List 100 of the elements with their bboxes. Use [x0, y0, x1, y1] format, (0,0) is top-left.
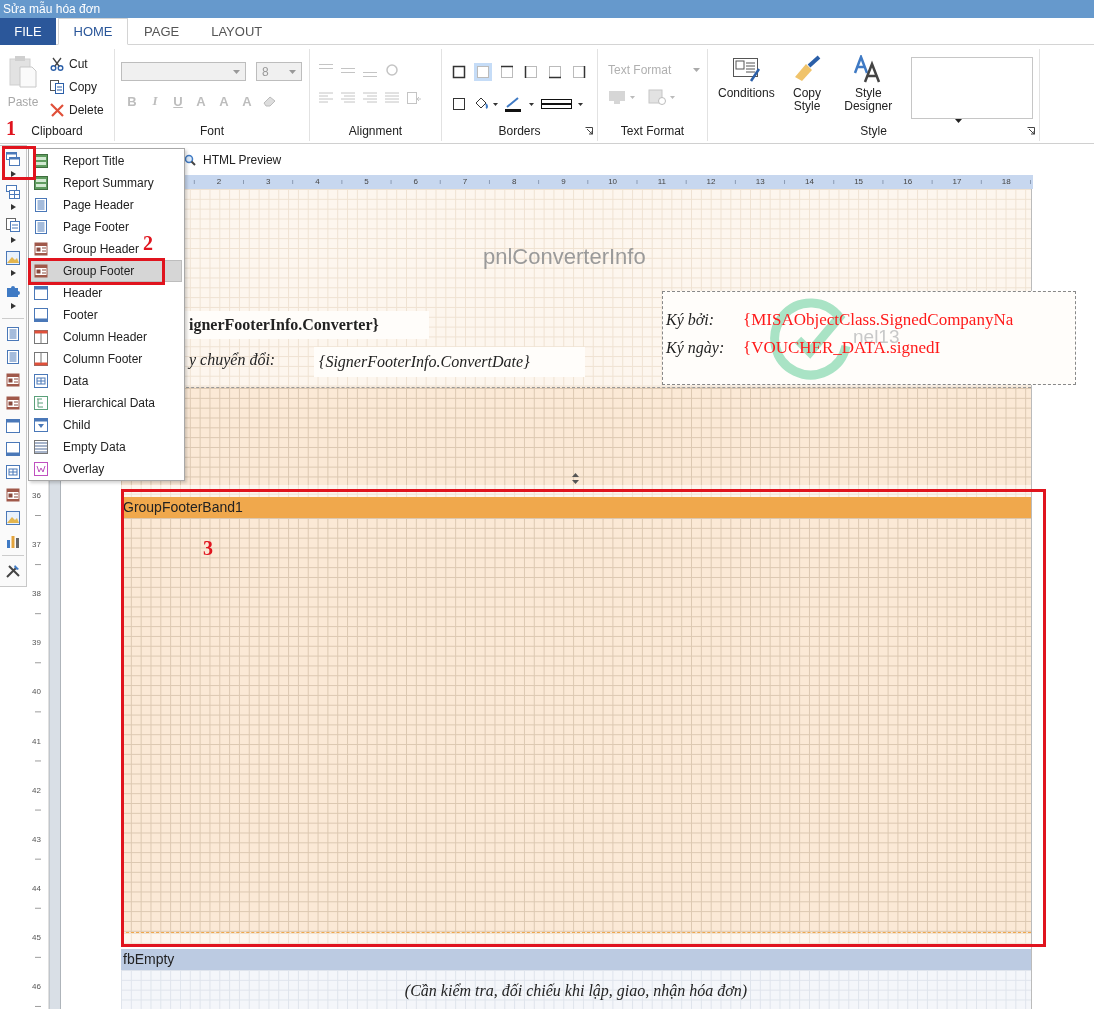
menu-item[interactable]: Data	[29, 370, 94, 392]
line-style-icon[interactable]	[540, 96, 586, 112]
ruler-number: 17	[951, 177, 963, 187]
field-label: y chuyển đổi:	[189, 351, 276, 369]
align-icon	[340, 91, 356, 105]
menu-item[interactable]: Header	[29, 282, 108, 304]
caret-down-icon	[289, 69, 296, 74]
document-icon	[6, 349, 20, 364]
menu-item[interactable]: Page Header	[29, 194, 139, 216]
field-label: Ký ngày:	[666, 339, 726, 357]
menu-item[interactable]: Column Footer	[29, 348, 148, 370]
caret-down-icon[interactable]	[955, 119, 962, 123]
ruler-number: 36	[32, 491, 41, 501]
table-icon	[5, 184, 21, 200]
menu-item[interactable]: Hierarchical Data	[29, 392, 161, 414]
ruler-number: 5	[363, 177, 370, 187]
ribbon-tab[interactable]: HOME	[58, 18, 128, 45]
pen-icon[interactable]	[504, 96, 534, 112]
ribbon-button[interactable]: Copy	[50, 78, 104, 96]
ruler-number: 16	[902, 177, 914, 187]
ruler-number: 15	[853, 177, 865, 187]
menu-item[interactable]: Report Title	[29, 150, 130, 172]
toolbox-button[interactable]	[4, 249, 22, 267]
ruler-number: 10	[607, 177, 619, 187]
note-text: (Cần kiểm tra, đối chiếu khi lập, giao, nhận hóa đơn)	[404, 982, 748, 1002]
menu-item[interactable]: Empty Data	[29, 436, 131, 458]
ruler-number: 43	[32, 834, 41, 845]
menu-item[interactable]: Footer	[29, 304, 103, 326]
html-preview-button[interactable]: HTML Preview	[184, 152, 282, 167]
ribbon-button[interactable]: Style Designer	[839, 55, 898, 121]
ruler-number: 18	[1000, 177, 1012, 187]
menu-item[interactable]: Page Footer	[29, 216, 135, 238]
file-menu-button[interactable]: FILE	[0, 18, 56, 45]
paint-bucket-icon[interactable]	[474, 96, 498, 112]
toolbox-button[interactable]	[4, 150, 22, 168]
ruler-number: 39	[32, 638, 41, 649]
ribbon-tab[interactable]: LAYOUT	[195, 18, 279, 45]
ruler-number: 46	[32, 982, 41, 992]
band-header[interactable]: GroupFooterBand1	[121, 497, 1031, 518]
tools-icon	[5, 562, 21, 579]
caret-icon	[10, 171, 16, 177]
delete-icon	[50, 103, 64, 117]
ruler-number: 7	[461, 177, 469, 187]
band-header[interactable]: fbEmpty	[121, 949, 1031, 970]
ribbon-button[interactable]: Conditions	[718, 55, 775, 121]
ribbon-button[interactable]: Cut	[50, 55, 104, 73]
menu-item[interactable]: Column Header	[29, 326, 153, 348]
bands-icon	[5, 151, 21, 167]
menu-item[interactable]: Report Summary	[29, 172, 159, 194]
band-icon	[6, 487, 20, 502]
group-label: Borders	[498, 123, 541, 139]
border-icon[interactable]	[546, 63, 564, 81]
group-label: Text Format	[620, 123, 685, 139]
menu-item[interactable]: Group Header	[29, 238, 145, 260]
border-icon[interactable]	[450, 95, 468, 113]
ruler-number: 13	[754, 177, 766, 187]
border-icon[interactable]	[522, 63, 540, 81]
menu-item[interactable]: Child	[29, 414, 96, 436]
clipboard-icon	[8, 55, 38, 89]
ruler-number: 4	[314, 177, 321, 187]
border-icon[interactable]	[498, 63, 516, 81]
menu-item[interactable]: Group Footer	[29, 260, 182, 282]
header-band-icon	[6, 418, 20, 433]
resize-handle-icon[interactable]	[571, 473, 580, 484]
group-label: Alignment	[348, 123, 403, 139]
document-icon	[6, 326, 20, 341]
ruler-number: 6	[412, 177, 419, 187]
caret-icon	[10, 303, 16, 309]
arrow-down-icon	[34, 418, 48, 432]
field-label: Ký bởi:	[666, 311, 716, 329]
menu-item[interactable]: Overlay	[29, 458, 110, 480]
document-icon	[34, 220, 48, 234]
caret-icon	[10, 204, 16, 210]
dialog-launcher-icon[interactable]	[585, 127, 593, 135]
ribbon-button[interactable]: Delete	[50, 101, 104, 119]
toolbox-button[interactable]	[4, 216, 22, 234]
caret-down-icon	[693, 68, 700, 72]
align-icon	[362, 71, 378, 77]
puzzle-icon	[5, 283, 21, 299]
align-icon	[384, 91, 400, 105]
align-icon	[318, 63, 334, 69]
border-icon[interactable]	[450, 63, 468, 81]
ribbon-tab[interactable]: PAGE	[128, 18, 196, 45]
group-label: Font	[200, 123, 224, 139]
highlight-frame	[2, 146, 36, 180]
window-title: Sửa mẫu hóa đơn	[0, 0, 1094, 18]
border-icon[interactable]	[570, 63, 588, 81]
header-band-icon	[34, 286, 48, 300]
toolbox-button[interactable]	[4, 183, 22, 201]
caret-icon	[10, 237, 16, 243]
ruler-number: 14	[803, 177, 815, 187]
dialog-launcher-icon[interactable]	[1027, 127, 1035, 135]
caret-icon	[10, 270, 16, 276]
ribbon-button[interactable]: Copy Style	[784, 55, 830, 121]
picture-icon	[5, 509, 21, 526]
ruler-number: 2	[215, 177, 223, 187]
band-icon	[34, 440, 48, 454]
ruler-number: 8	[510, 177, 518, 187]
tree-icon	[34, 396, 48, 410]
ruler-number: 12	[705, 177, 717, 187]
